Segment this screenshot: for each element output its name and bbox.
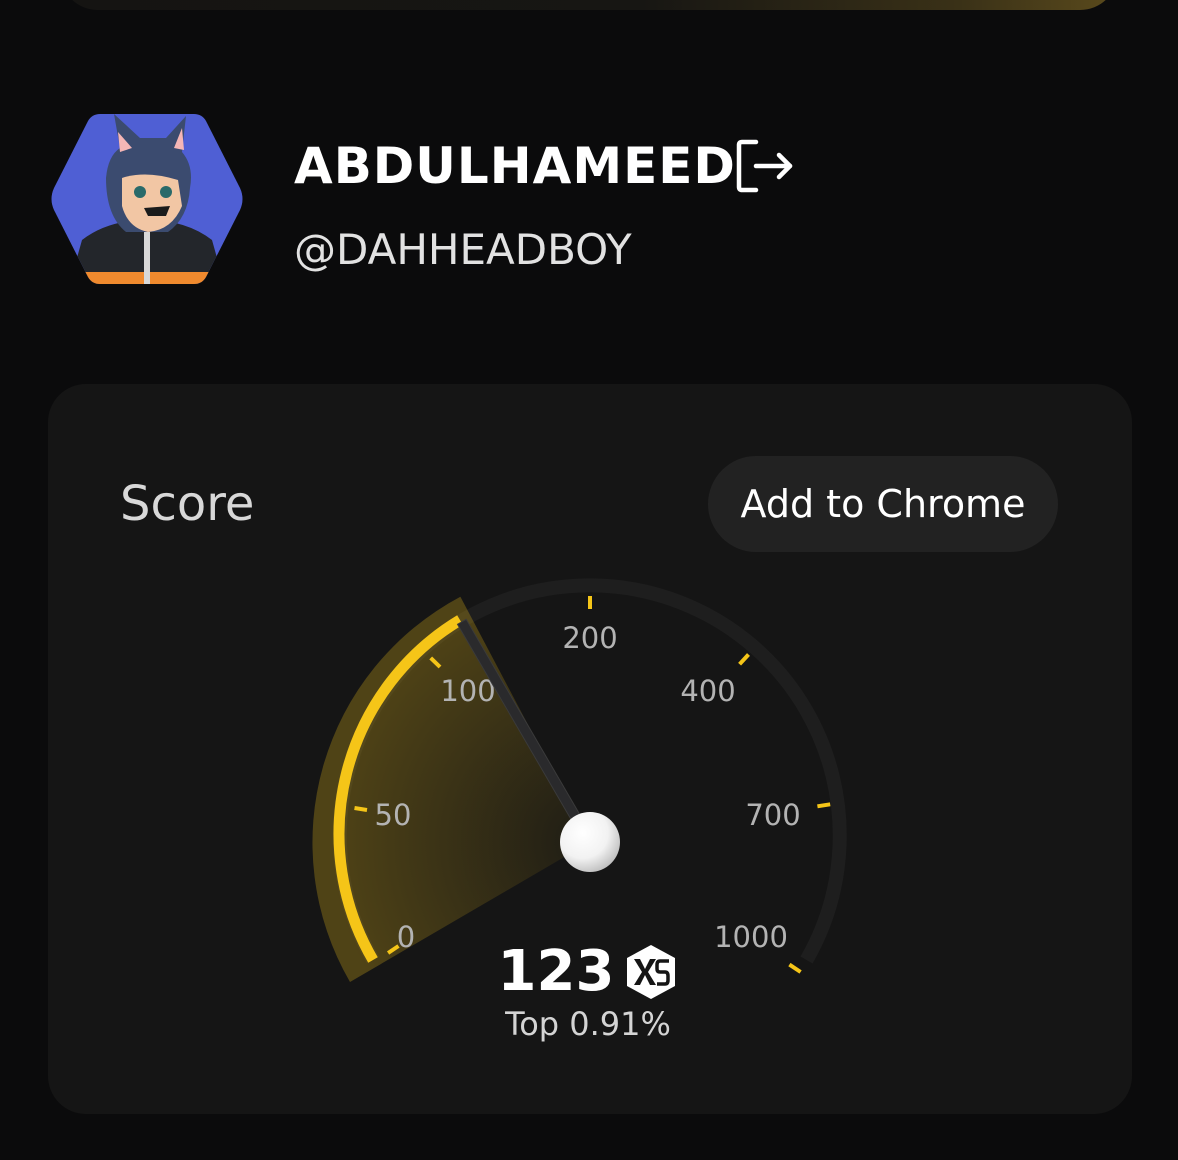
score-value-row: 123 [438,940,738,1004]
profile-handle: @DAHHEADBOY [294,225,632,274]
gauge-tick-label: 50 [375,798,412,832]
wolf-avatar-icon [51,114,243,284]
score-value: 123 [497,939,615,1004]
gauge-tick-label: 700 [745,798,800,832]
gauge-tick-label: 200 [562,621,617,655]
gauge-tick-label: 0 [397,920,415,954]
profile-name: ABDULHAMEED [294,137,736,195]
gauge-tick [738,653,750,666]
top-card-edge [60,0,1118,10]
gauge-tick-label: 100 [440,674,495,708]
xs-badge-icon [627,945,676,999]
avatar[interactable] [48,108,246,290]
gauge-knob [560,812,620,872]
score-rank: Top 0.91% [505,1005,671,1043]
score-card: Score Add to Chrome 0 50 100 200 400 700… [48,384,1132,1114]
gauge-tick [817,802,831,809]
gauge-tick [788,962,802,974]
gauge-tick-label: 400 [680,674,735,708]
logout-icon[interactable] [734,137,796,195]
gauge-tick [354,806,368,812]
